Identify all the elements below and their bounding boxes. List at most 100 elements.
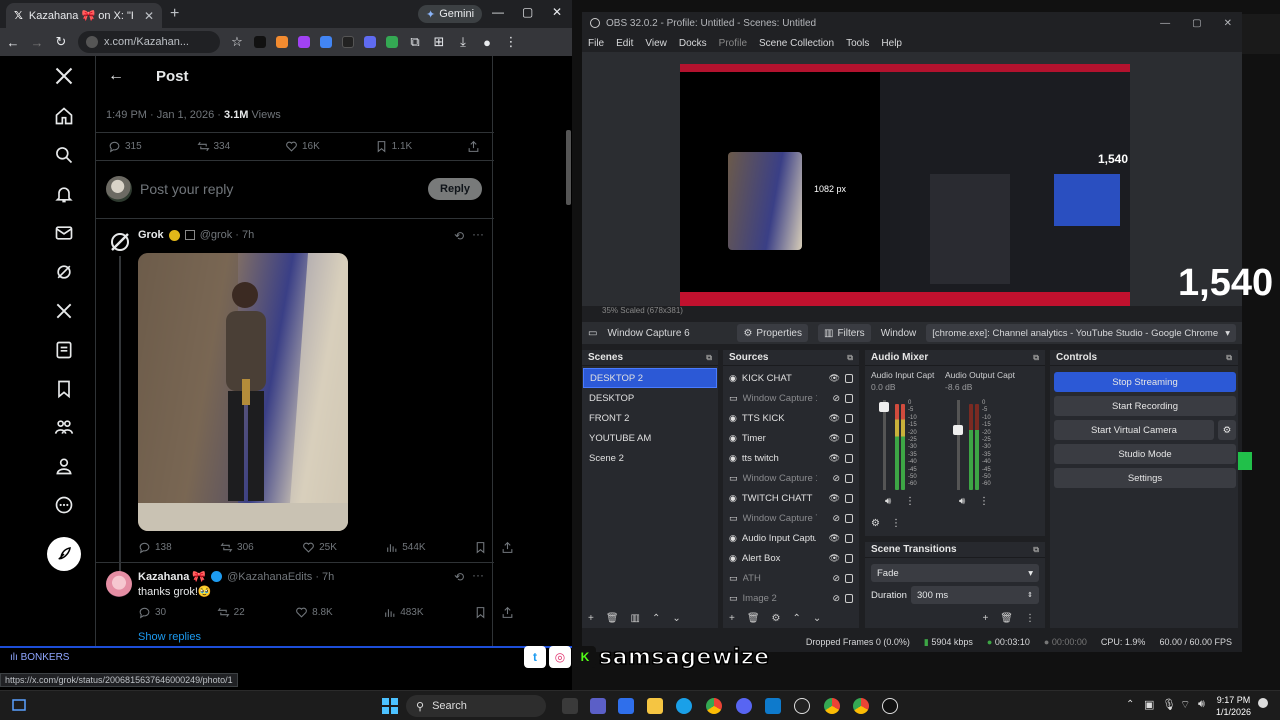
more-options-icon[interactable]: ··· — [472, 227, 484, 241]
mixer-menu-icon[interactable]: ⋮ — [891, 518, 901, 529]
settings-button[interactable]: Settings — [1054, 468, 1236, 488]
source-item[interactable]: ▭ ATH ⊘ — [723, 568, 859, 588]
tray-chevron-icon[interactable]: ⌃ — [1126, 699, 1134, 710]
source-item[interactable]: ◉ tts twitch 👁︎ — [723, 448, 859, 468]
lock-icon[interactable] — [845, 493, 853, 503]
obs-second-icon[interactable] — [882, 698, 898, 714]
menu-item-view[interactable]: View — [645, 38, 667, 49]
menu-item-tools[interactable]: Tools — [846, 38, 869, 49]
extension-blue-icon[interactable] — [320, 36, 332, 48]
transition-select[interactable]: Fade ▾ — [871, 564, 1039, 582]
stop-streaming-button[interactable]: Stop Streaming — [1054, 372, 1236, 392]
extension-dark-icon[interactable] — [342, 36, 354, 48]
search-icon[interactable] — [50, 141, 78, 169]
lock-icon[interactable] — [845, 573, 853, 583]
more-options-icon[interactable]: ··· — [472, 568, 484, 582]
profile-person-icon[interactable] — [50, 452, 78, 480]
teams-icon[interactable] — [590, 698, 606, 714]
remove-transition-icon[interactable]: 🗑 — [1000, 613, 1013, 624]
forward-icon[interactable]: → — [30, 35, 44, 50]
volume-icon[interactable]: 🔊︎ — [1198, 698, 1205, 711]
volume-slider-track[interactable] — [957, 400, 960, 490]
scene-item[interactable]: DESKTOP — [583, 388, 717, 408]
obs-close-icon[interactable]: ✕ — [1224, 18, 1232, 29]
extension-x-icon[interactable] — [254, 36, 266, 48]
scene-item[interactable]: Scene 2 — [583, 448, 717, 468]
source-item[interactable]: ▭ Window Capture 1 ⊘ — [723, 468, 859, 488]
start-virtual-camera-button[interactable]: Start Virtual Camera — [1054, 420, 1214, 440]
add-transition-icon[interactable]: + — [982, 613, 988, 624]
visibility-eye-icon[interactable]: 👁︎ — [829, 553, 840, 564]
x-home-logo-icon[interactable] — [50, 62, 78, 90]
duration-spinbox[interactable]: 300 ms ⇕ — [911, 586, 1039, 604]
lock-icon[interactable] — [845, 373, 853, 383]
move-up-icon[interactable]: ⌃ — [793, 613, 801, 624]
like-action[interactable]: 16K — [285, 140, 320, 153]
extensions-puzzle-icon[interactable]: ⧉ — [408, 34, 422, 50]
add-source-icon[interactable]: + — [729, 613, 735, 624]
chrome-profile-icon[interactable] — [853, 698, 869, 714]
download-icon[interactable]: ⤓ — [456, 34, 470, 50]
chrome-icon[interactable] — [706, 698, 722, 714]
tab-search-icon[interactable]: ⊞ — [432, 34, 446, 50]
back-icon[interactable]: ← — [6, 35, 20, 50]
lock-icon[interactable] — [845, 393, 853, 403]
reply-action[interactable]: 315 — [108, 140, 142, 153]
properties-button[interactable]: ⚙ Properties — [737, 324, 808, 342]
close-tab-icon[interactable]: ✕ — [144, 9, 154, 23]
menu-item-help[interactable]: Help — [881, 38, 902, 49]
studio-mode-button[interactable]: Studio Mode — [1054, 444, 1236, 464]
transition-menu-icon[interactable]: ⋮ — [1025, 613, 1035, 624]
source-item[interactable]: ◉ KICK CHAT 👁︎ — [723, 368, 859, 388]
move-down-icon[interactable]: ⌄ — [813, 613, 821, 624]
maximize-icon[interactable]: ▢ — [522, 5, 533, 19]
extension-purple-icon[interactable] — [298, 36, 310, 48]
source-item[interactable]: ▭ Window Capture 1 ⊘ — [723, 388, 859, 408]
menu-item-file[interactable]: File — [588, 38, 604, 49]
share-icon[interactable] — [501, 606, 514, 619]
menu-item-docks[interactable]: Docks — [679, 38, 707, 49]
taskbar-search[interactable]: ⚲ Search — [406, 695, 546, 717]
notifications-bell-icon[interactable] — [50, 180, 78, 208]
hidden-eye-icon[interactable]: ⊘ — [832, 573, 840, 584]
source-item[interactable]: ◉ Audio Input Capture 👁︎ — [723, 528, 859, 548]
grok-icon[interactable] — [50, 258, 78, 286]
add-scene-icon[interactable]: + — [588, 613, 594, 624]
repost-action[interactable]: 334 — [197, 140, 230, 153]
messages-mail-icon[interactable] — [50, 219, 78, 247]
reload-icon[interactable]: ↻ — [54, 34, 68, 50]
source-item[interactable]: ◉ Timer 👁︎ — [723, 428, 859, 448]
speaker-icon[interactable]: 🔊︎ — [959, 496, 965, 507]
x-premium-icon[interactable] — [50, 297, 78, 325]
visibility-eye-icon[interactable]: 👁︎ — [829, 533, 840, 544]
dock-pin-icon[interactable]: ⧉ — [1033, 545, 1039, 555]
grok-views-action[interactable]: 544K — [385, 541, 426, 554]
chrome-beta-icon[interactable] — [824, 698, 840, 714]
file-explorer-icon[interactable] — [647, 698, 663, 714]
lock-icon[interactable] — [845, 533, 853, 543]
source-item[interactable]: ▭ Image 2 ⊘ — [723, 588, 859, 606]
grok-name[interactable]: Grok — [138, 229, 164, 241]
browser-tab[interactable]: 𝕏 Kazahana 🎀 on X: "Hey @ ✕ — [6, 3, 162, 28]
url-field[interactable]: x.com/Kazahan... — [78, 31, 220, 53]
extension-indigo-icon[interactable] — [364, 36, 376, 48]
lists-icon[interactable] — [50, 336, 78, 364]
kazahana-name[interactable]: Kazahana 🎀 — [138, 570, 206, 583]
vscode-icon[interactable] — [765, 698, 781, 714]
tweet-photo[interactable] — [138, 253, 348, 531]
volume-slider-handle[interactable] — [879, 402, 889, 412]
menu-item-profile[interactable]: Profile — [719, 38, 747, 49]
grok-reply-action[interactable]: 138 — [138, 541, 172, 554]
kazahana-avatar[interactable] — [106, 571, 132, 597]
grok-icon-small[interactable]: ⟲ — [454, 229, 464, 243]
kaz-repost-action[interactable]: 22 — [217, 606, 245, 619]
scene-item[interactable]: YOUTUBE AM — [583, 428, 717, 448]
lock-icon[interactable] — [845, 473, 853, 483]
tray-app-icon[interactable]: ▣ — [1144, 698, 1154, 711]
kaz-like-action[interactable]: 8.8K — [295, 606, 333, 619]
windows-start-icon[interactable] — [382, 698, 398, 714]
lock-icon[interactable] — [845, 553, 853, 563]
dock-pin-icon[interactable]: ⧉ — [1226, 353, 1232, 363]
lock-icon[interactable] — [845, 433, 853, 443]
obs-maximize-icon[interactable]: ▢ — [1192, 18, 1201, 29]
